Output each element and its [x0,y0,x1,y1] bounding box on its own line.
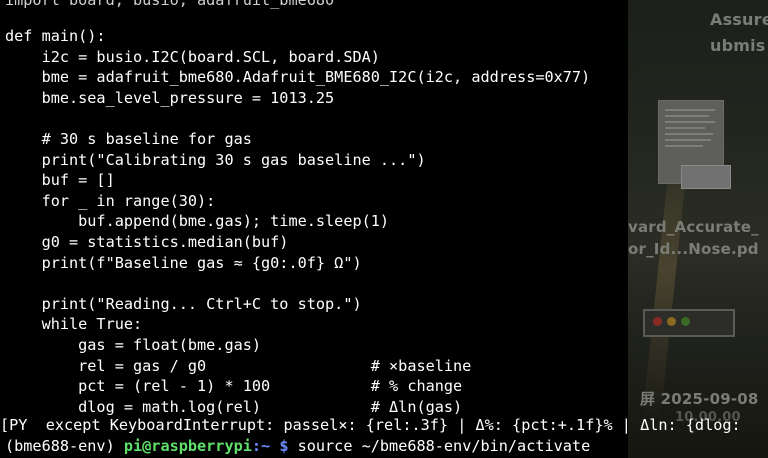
terminal-line: print("Reading... Ctrl+C to stop.") [5,294,362,313]
prompt-user-host: pi@raspberrypi [123,437,252,455]
terminal-line: buf.append(bme.gas); time.sleep(1) [5,212,390,231]
terminal-line: pct = (rel - 1) * 100 # % change [5,377,463,396]
terminal-line: i2c = busio.I2C(board.SCL, board.SDA) [5,47,380,66]
prompt-path: :~ $ [251,437,289,455]
terminal-line: bme.sea_level_pressure = 1013.25 [5,88,335,107]
terminal-line: import board, busio, adafruit_bme680 [5,0,335,9]
prompt-env: (bme688-env) [5,437,124,455]
terminal-output-text: PY except KeyboardInterrupt: passel×: {r… [9,416,741,434]
terminal-line: print(f"Baseline gas ≈ {g0:.0f} Ω") [5,253,362,272]
terminal-line: rel = gas / g0 # ×baseline [5,356,472,375]
terminal-window[interactable]: import board, busio, adafruit_bme680 def… [0,0,768,458]
terminal-line: g0 = statistics.median(buf) [5,233,289,251]
terminal-line-output: [PY except KeyboardInterrupt: passel×: {… [0,415,741,436]
terminal-line: for _ in range(30): [5,191,216,210]
terminal-partial-prefix: [ [0,416,10,434]
terminal-line: # 30 s baseline for gas [5,130,252,148]
terminal-line: bme = adafruit_bme680.Adafruit_BME680_I2… [5,68,591,87]
terminal-line: buf = [] [5,171,115,190]
terminal-line: def main(): [5,27,106,45]
terminal-prompt-line[interactable]: (bme688-env) pi@raspberrypi:~ $ source ~… [5,436,590,457]
terminal-line: while True: [5,315,143,334]
terminal-line: gas = float(bme.gas) [5,336,262,354]
prompt-command[interactable]: source ~/bme688-env/bin/activate [288,437,591,455]
terminal-line: print("Calibrating 30 s gas baseline ...… [5,150,426,169]
